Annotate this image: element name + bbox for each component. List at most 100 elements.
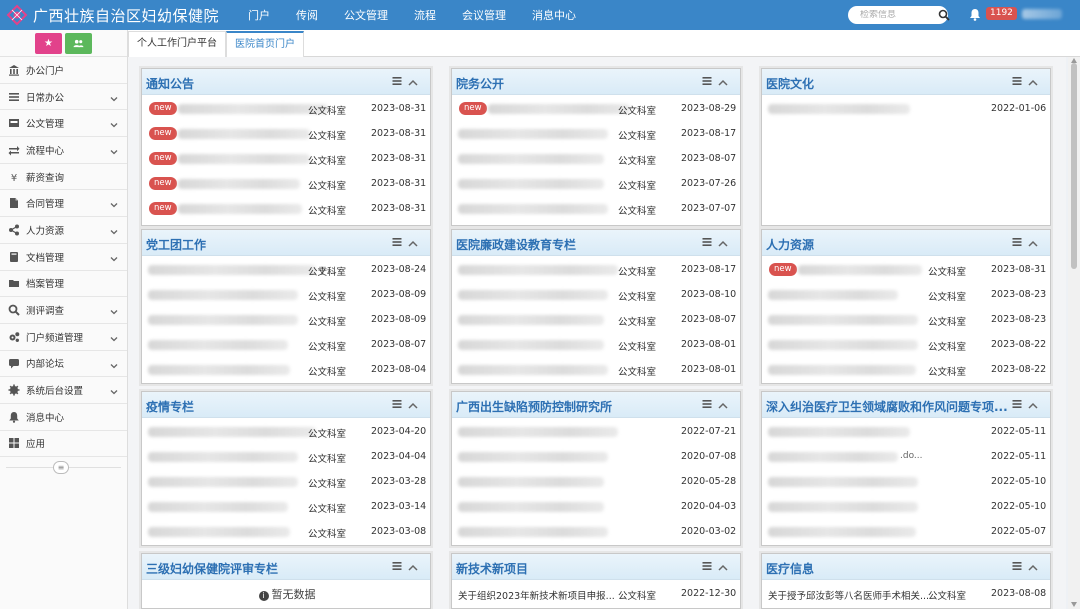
sidebar-item[interactable]: ¥ 薪资查询: [0, 164, 127, 191]
list-item[interactable]: 2022-07-21: [452, 418, 740, 443]
redacted-title[interactable]: [768, 340, 918, 350]
list-item[interactable]: 公文科室 2023-08-07: [452, 306, 740, 331]
redacted-title[interactable]: [458, 477, 604, 487]
redacted-title[interactable]: [178, 154, 310, 164]
panel-menu-icon[interactable]: [392, 561, 402, 571]
list-item[interactable]: 公文科室 2023-08-17: [452, 120, 740, 145]
top-nav-item[interactable]: 公文管理: [344, 7, 388, 23]
redacted-title[interactable]: [798, 265, 922, 275]
redacted-title[interactable]: [768, 290, 898, 300]
list-item[interactable]: 公文科室 2023-08-17: [452, 256, 740, 281]
tab-hospital-portal[interactable]: 医院首页门户: [226, 31, 304, 57]
panel-menu-icon[interactable]: [392, 237, 402, 247]
sidebar-item[interactable]: 文档管理: [0, 244, 127, 271]
panel-title[interactable]: 广西出生缺陷预防控制研究所: [456, 398, 612, 415]
panel-menu-icon[interactable]: [702, 76, 712, 86]
list-item[interactable]: 公文科室 2023-03-28: [142, 468, 430, 493]
list-item[interactable]: 公文科室 2023-08-10: [452, 281, 740, 306]
chevron-up-icon[interactable]: [1028, 400, 1038, 409]
redacted-title[interactable]: [148, 340, 288, 350]
list-item[interactable]: 公文科室 2023-03-08: [142, 518, 430, 543]
top-nav-item[interactable]: 传阅: [296, 7, 318, 23]
list-item[interactable]: 公文科室 2023-08-22: [762, 356, 1050, 381]
redacted-title[interactable]: [148, 452, 298, 462]
list-item[interactable]: 公文科室 2023-08-22: [762, 331, 1050, 356]
redacted-title[interactable]: [488, 104, 630, 114]
chevron-up-icon[interactable]: [718, 400, 728, 409]
redacted-title[interactable]: [768, 315, 918, 325]
sidebar-item[interactable]: 人力资源: [0, 217, 127, 244]
top-nav-item[interactable]: 会议管理: [462, 7, 506, 23]
list-item[interactable]: 2022-05-11: [762, 418, 1050, 443]
list-item[interactable]: 公文科室 2023-08-09: [142, 281, 430, 306]
chevron-up-icon[interactable]: [408, 562, 418, 571]
list-item-title[interactable]: 关于组织2023年新技术新项目申报...: [458, 588, 615, 602]
redacted-title[interactable]: [768, 527, 916, 537]
panel-menu-icon[interactable]: [1012, 399, 1022, 409]
panel-title[interactable]: 医院廉政建设教育专栏: [456, 236, 576, 253]
sidebar-item[interactable]: 流程中心: [0, 137, 127, 164]
list-item[interactable]: 公文科室 2023-08-01: [452, 356, 740, 381]
redacted-title[interactable]: [458, 290, 608, 300]
redacted-title[interactable]: [768, 427, 910, 437]
sidebar-collapse-handle[interactable]: ≡: [53, 461, 69, 474]
list-item-title[interactable]: 关于授予邱汝彭等八名医师手术相关...: [768, 588, 929, 602]
redacted-title[interactable]: [458, 154, 604, 164]
sidebar-item[interactable]: 公文管理: [0, 110, 127, 138]
list-item[interactable]: 公文科室 2023-08-07: [452, 145, 740, 170]
redacted-title[interactable]: [458, 527, 608, 537]
star-shortcut-button[interactable]: ★: [35, 32, 62, 54]
redacted-title[interactable]: [148, 427, 316, 437]
chevron-up-icon[interactable]: [1028, 562, 1038, 571]
list-item[interactable]: new 公文科室 2023-08-31: [142, 145, 430, 170]
chevron-up-icon[interactable]: [1028, 77, 1038, 86]
chevron-up-icon[interactable]: [408, 238, 418, 247]
list-item[interactable]: new 公文科室 2023-08-31: [762, 256, 1050, 281]
redacted-title[interactable]: [458, 340, 604, 350]
search-input[interactable]: [860, 10, 936, 20]
list-item[interactable]: new 公文科室 2023-08-31: [142, 195, 430, 220]
redacted-title[interactable]: [768, 452, 898, 462]
redacted-title[interactable]: [458, 365, 608, 375]
redacted-title[interactable]: [148, 502, 288, 512]
redacted-title[interactable]: [178, 179, 300, 189]
sidebar-item[interactable]: 日常办公: [0, 84, 127, 111]
users-shortcut-button[interactable]: [65, 32, 92, 54]
list-item[interactable]: 公文科室 2023-08-09: [142, 306, 430, 331]
sidebar-item[interactable]: 门户频道管理: [0, 324, 127, 351]
panel-title[interactable]: 院务公开: [456, 75, 504, 92]
top-nav-item[interactable]: 消息中心: [532, 7, 576, 23]
list-item[interactable]: 2020-04-03: [452, 493, 740, 518]
top-nav-item[interactable]: 门户: [248, 7, 270, 23]
list-item[interactable]: 2020-07-08: [452, 443, 740, 468]
redacted-title[interactable]: [178, 204, 302, 214]
redacted-title[interactable]: [148, 265, 316, 275]
redacted-title[interactable]: [768, 104, 910, 114]
list-item[interactable]: 2022-05-10: [762, 468, 1050, 493]
redacted-title[interactable]: [458, 179, 604, 189]
chevron-up-icon[interactable]: [1028, 238, 1038, 247]
redacted-title[interactable]: [178, 104, 328, 114]
panel-menu-icon[interactable]: [702, 237, 712, 247]
list-item[interactable]: 关于授予邱汝彭等八名医师手术相关... 公文科室 2023-08-08: [762, 580, 1050, 605]
scroll-thumb[interactable]: [1071, 63, 1077, 269]
redacted-title[interactable]: [458, 452, 608, 462]
list-item[interactable]: 公文科室 2023-04-20: [142, 418, 430, 443]
user-menu[interactable]: [1022, 9, 1062, 19]
list-item[interactable]: 2022-05-07: [762, 518, 1050, 543]
sidebar-item[interactable]: 办公门户: [0, 57, 127, 84]
sidebar-item[interactable]: 应用: [0, 431, 127, 458]
panel-title[interactable]: 党工团工作: [146, 236, 206, 253]
redacted-title[interactable]: [148, 477, 298, 487]
redacted-title[interactable]: [768, 365, 916, 375]
list-item[interactable]: 公文科室 2023-07-07: [452, 195, 740, 220]
redacted-title[interactable]: [148, 290, 298, 300]
redacted-title[interactable]: [458, 502, 604, 512]
redacted-title[interactable]: [458, 265, 618, 275]
list-item[interactable]: new 公文科室 2023-08-31: [142, 170, 430, 195]
panel-menu-icon[interactable]: [1012, 237, 1022, 247]
panel-title[interactable]: 三级妇幼保健院评审专栏: [146, 560, 278, 577]
sidebar-item[interactable]: 合同管理: [0, 190, 127, 218]
vertical-scrollbar[interactable]: [1068, 57, 1080, 609]
panel-menu-icon[interactable]: [1012, 76, 1022, 86]
